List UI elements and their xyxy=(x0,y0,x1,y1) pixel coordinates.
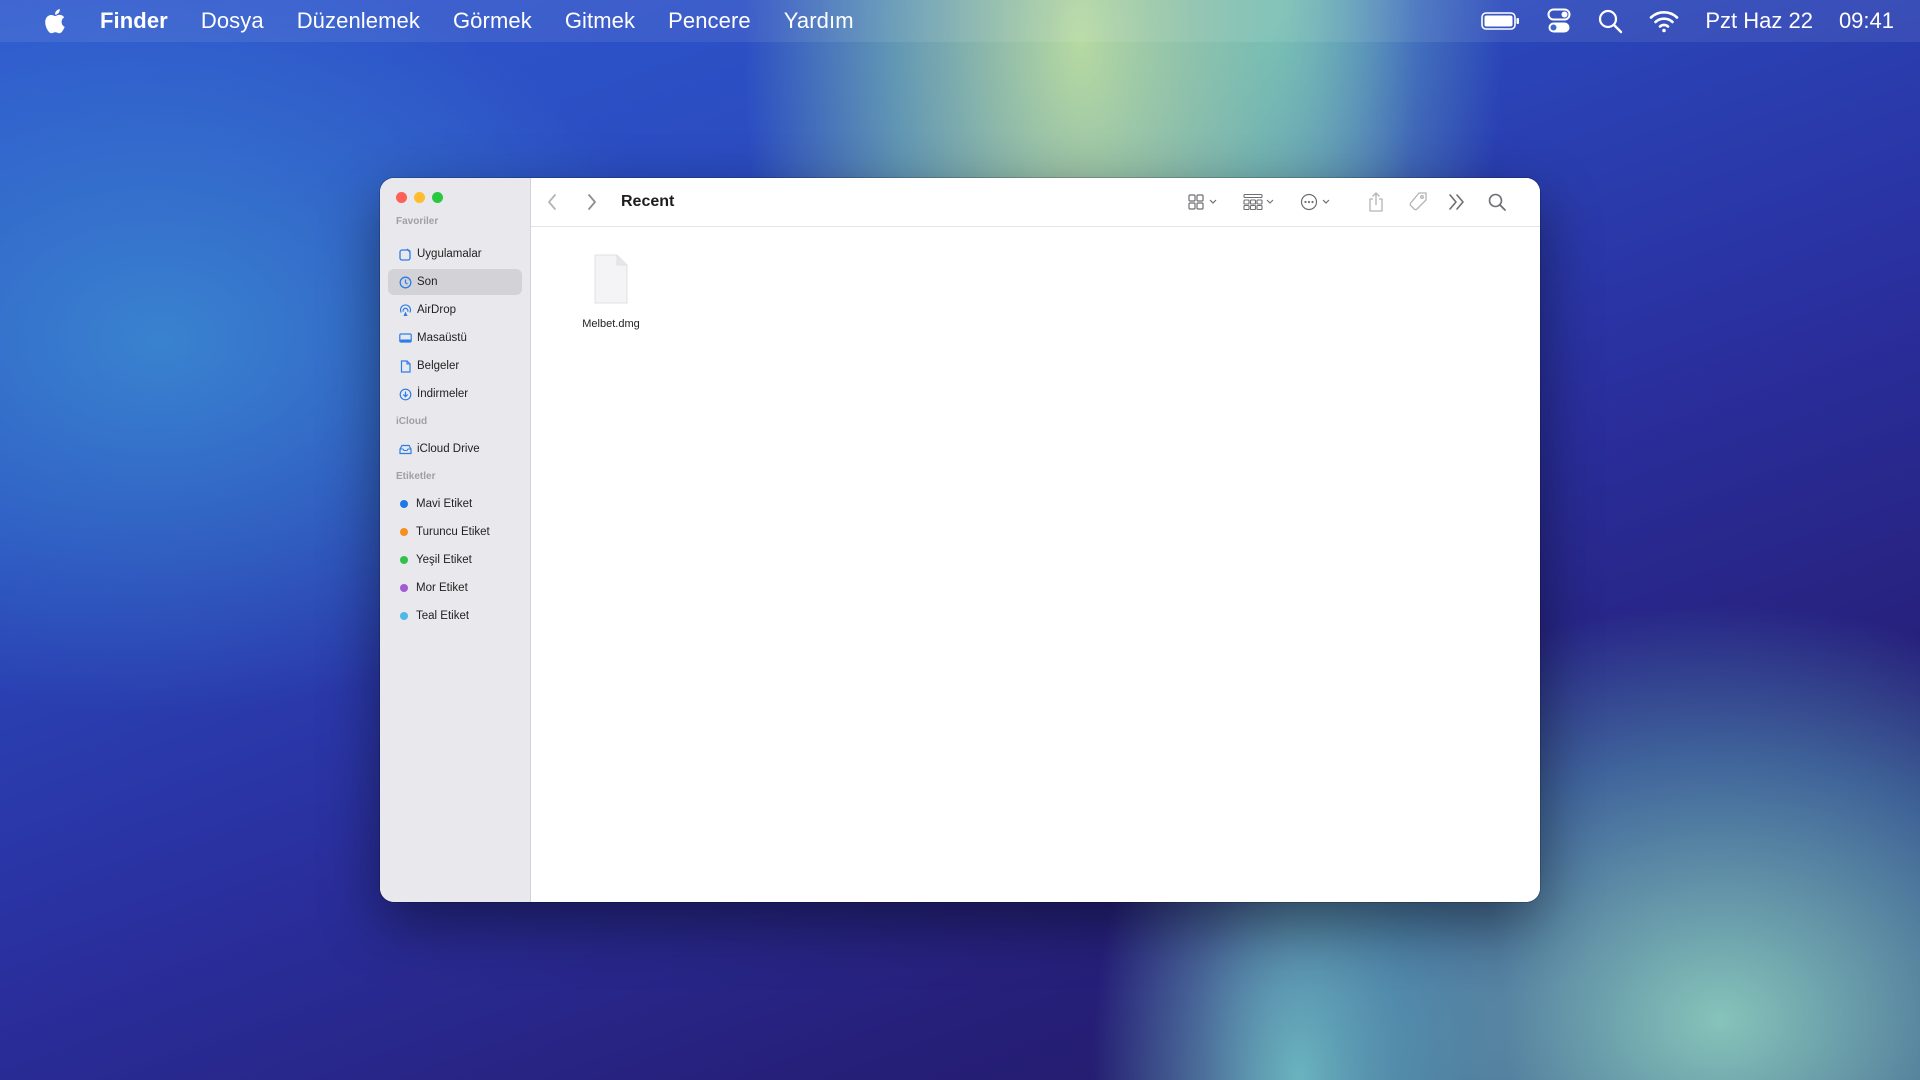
sidebar-item-label: Masaüstü xyxy=(417,332,467,344)
tag-icon[interactable] xyxy=(1407,191,1429,213)
sidebar-item-label: Turuncu Etiket xyxy=(416,526,490,538)
toolbar: Recent xyxy=(531,178,1540,227)
toolbar-overflow-icon[interactable] xyxy=(1447,191,1467,213)
close-button[interactable] xyxy=(396,192,407,203)
tags-header: Etiketler xyxy=(396,471,436,482)
sidebar-tag-blue[interactable]: Mavi Etiket xyxy=(388,491,522,517)
sidebar-item-label: Belgeler xyxy=(417,360,460,372)
forward-chevron-icon[interactable] xyxy=(585,191,599,213)
sidebar-item-airdrop[interactable]: AirDrop xyxy=(388,297,522,323)
menubar-date[interactable]: Pzt Haz 22 xyxy=(1705,8,1813,34)
sidebar: Favoriler Uygulamalar Son AirDrop Masaüs… xyxy=(380,178,531,902)
control-center-icon[interactable] xyxy=(1547,8,1571,34)
menu-window[interactable]: Pencere xyxy=(668,8,751,34)
more-actions-button[interactable] xyxy=(1299,193,1335,211)
blue-tag-dot xyxy=(400,500,408,508)
finder-window: Favoriler Uygulamalar Son AirDrop Masaüs… xyxy=(380,178,1540,902)
status-area: Pzt Haz 22 09:41 xyxy=(1455,0,1894,42)
minimize-button[interactable] xyxy=(414,192,425,203)
sidebar-item-label: Yeşil Etiket xyxy=(416,554,472,566)
group-button[interactable] xyxy=(1242,193,1278,211)
menu-go[interactable]: Gitmek xyxy=(565,8,635,34)
applications-icon xyxy=(398,247,412,261)
favorites-header: Favoriler xyxy=(396,216,439,227)
menu-finder[interactable]: Finder xyxy=(100,8,168,34)
sidebar-item-desktop[interactable]: Masaüstü xyxy=(388,325,522,351)
desktop-icon xyxy=(398,331,412,345)
green-tag-dot xyxy=(400,556,408,564)
document-icon xyxy=(591,253,631,310)
sidebar-item-icloud-drive[interactable]: iCloud Drive xyxy=(388,436,522,462)
window-controls xyxy=(396,192,450,203)
sidebar-item-label: İndirmeler xyxy=(417,388,469,400)
sidebar-tag-orange[interactable]: Turuncu Etiket xyxy=(388,519,522,545)
sidebar-item-label: Teal Etiket xyxy=(416,610,470,622)
spotlight-search-icon[interactable] xyxy=(1597,8,1623,34)
menu-file[interactable]: Dosya xyxy=(201,8,264,34)
zoom-button[interactable] xyxy=(432,192,443,203)
file-browser-area[interactable]: Melbet.dmg xyxy=(531,227,1540,902)
sidebar-tag-purple[interactable]: Mor Etiket xyxy=(388,575,522,601)
sidebar-item-label: Mavi Etiket xyxy=(416,498,473,510)
teal-tag-dot xyxy=(400,612,408,620)
downloads-icon xyxy=(398,387,412,401)
apple-menu-icon[interactable] xyxy=(42,7,70,35)
menubar-time[interactable]: 09:41 xyxy=(1839,8,1894,34)
back-chevron-icon[interactable] xyxy=(545,191,559,213)
sidebar-item-label: Mor Etiket xyxy=(416,582,468,594)
window-title: Recent xyxy=(621,193,675,210)
sidebar-item-label: Uygulamalar xyxy=(417,248,482,260)
sidebar-tag-green[interactable]: Yeşil Etiket xyxy=(388,547,522,573)
menu-bar: Finder Dosya Düzenlemek Görmek Gitmek Pe… xyxy=(0,0,1920,42)
menu-view[interactable]: Görmek xyxy=(453,8,532,34)
menu-help[interactable]: Yardım xyxy=(784,8,854,34)
icloud-drive-icon xyxy=(398,442,412,456)
sidebar-item-downloads[interactable]: İndirmeler xyxy=(388,381,522,407)
sidebar-tag-teal[interactable]: Teal Etiket xyxy=(388,603,522,629)
battery-icon[interactable] xyxy=(1481,11,1521,31)
recents-icon xyxy=(398,275,412,289)
file-name: Melbet.dmg xyxy=(582,318,640,330)
menu-edit[interactable]: Düzenlemek xyxy=(297,8,420,34)
icloud-header: iCloud xyxy=(396,416,428,427)
search-icon[interactable] xyxy=(1487,191,1507,213)
sidebar-item-applications[interactable]: Uygulamalar xyxy=(388,241,522,267)
sidebar-item-label: iCloud Drive xyxy=(417,443,480,455)
sidebar-item-documents[interactable]: Belgeler xyxy=(388,353,522,379)
documents-icon xyxy=(398,359,412,373)
wifi-icon[interactable] xyxy=(1649,9,1679,33)
orange-tag-dot xyxy=(400,528,408,536)
airdrop-icon xyxy=(398,303,412,317)
share-icon[interactable] xyxy=(1367,191,1385,213)
sidebar-item-recents[interactable]: Son xyxy=(388,269,522,295)
sidebar-item-label: Son xyxy=(417,276,438,288)
sidebar-item-label: AirDrop xyxy=(417,304,456,316)
file-item[interactable]: Melbet.dmg xyxy=(571,253,651,330)
purple-tag-dot xyxy=(400,584,408,592)
view-grid-button[interactable] xyxy=(1187,193,1221,211)
